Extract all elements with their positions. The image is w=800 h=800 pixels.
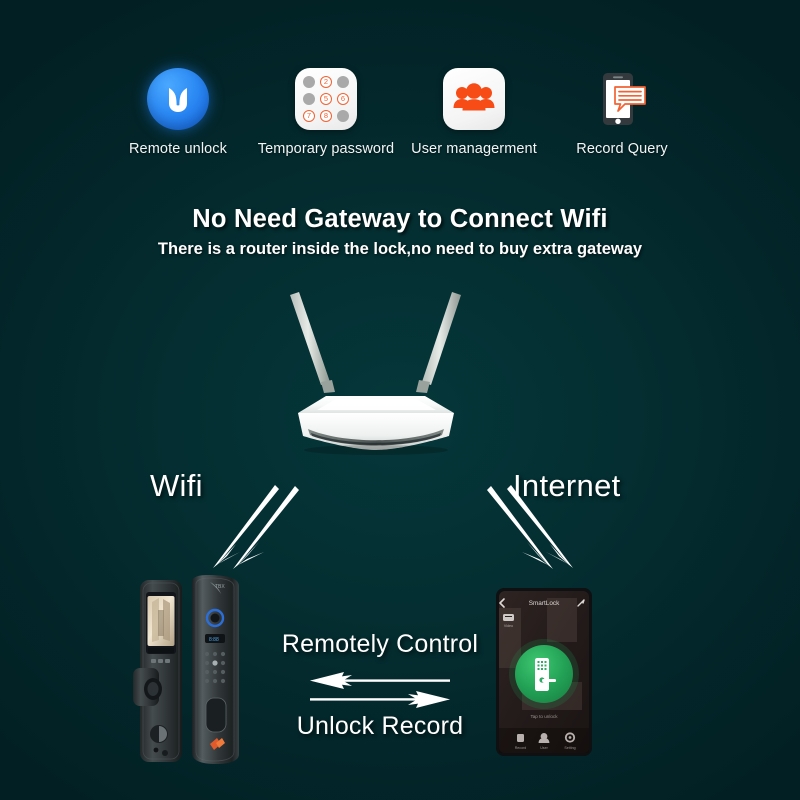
router-antenna-left: [290, 292, 335, 393]
wifi-beam-glyph: [213, 485, 299, 569]
router-antenna-right: [416, 292, 461, 393]
internet-beam-glyph: [487, 485, 573, 569]
keypad-key-4: 5: [320, 93, 332, 105]
users-group-icon-box: [443, 68, 505, 130]
wifi-label: Wifi: [150, 468, 203, 503]
wifi-beam-arrows: [196, 482, 316, 577]
keypad-key-0: [303, 76, 315, 88]
feature-label: Record Query: [576, 141, 668, 157]
feature-label: User managerment: [411, 141, 537, 157]
tuya-app-icon-box: [147, 68, 209, 130]
phone-message-icon-box: [591, 68, 653, 130]
tuya-petal-glyph: [169, 88, 187, 112]
svg-text:Setting: Setting: [564, 746, 575, 750]
keypad-icon: 2 56 78: [295, 68, 357, 130]
phone-message-icon: [591, 68, 653, 130]
lock-front-panel: [133, 580, 182, 762]
feature-row: Remote unlock 2 56 78 Temporary password U…: [0, 68, 800, 157]
page-title: No Need Gateway to Connect Wifi: [192, 205, 608, 233]
svg-text:Tap to unlock: Tap to unlock: [530, 714, 558, 719]
feature-label: Temporary password: [257, 141, 395, 157]
unlock-record-label: Unlock Record: [296, 712, 464, 740]
page-subtitle: There is a router inside the lock,no nee…: [157, 240, 643, 258]
svg-text:SmartLock: SmartLock: [529, 600, 560, 607]
poster-canvas: Remote unlock 2 56 78 Temporary password U…: [0, 0, 800, 800]
keypad-key-1: 2: [320, 76, 332, 88]
keypad-key-7: 8: [320, 110, 332, 122]
feature-record-query[interactable]: Record Query: [548, 68, 696, 157]
users-group-glyph: [453, 83, 495, 111]
keypad-grid: 2 56 78: [303, 76, 349, 122]
internet-beam-arrows: [470, 482, 590, 577]
feature-remote-unlock[interactable]: Remote unlock: [104, 68, 252, 157]
feature-user-management[interactable]: User managerment: [400, 68, 548, 157]
phone-message-glyph: [603, 73, 646, 125]
feature-label: Remote unlock: [128, 141, 227, 157]
svg-text:TBX: TBX: [215, 584, 225, 590]
tuya-app-icon: [147, 68, 209, 130]
flow-arrows: [300, 668, 460, 717]
feature-temporary-password[interactable]: 2 56 78 Temporary password: [252, 68, 400, 157]
svg-text:Record: Record: [515, 746, 527, 750]
keypad-key-3: [303, 93, 315, 105]
svg-text:Video: Video: [504, 624, 513, 628]
users-group-icon: [443, 68, 505, 130]
keypad-key-6: 7: [303, 110, 315, 122]
wifi-router-image: [268, 278, 538, 458]
svg-text:8:88: 8:88: [209, 637, 219, 643]
keypad-key-8: [337, 110, 349, 122]
keypad-key-2: [337, 76, 349, 88]
flow-arrow-glyphs: [310, 672, 450, 708]
svg-text:User: User: [540, 746, 548, 750]
keypad-key-5: 6: [337, 93, 349, 105]
remotely-control-label: Remotely Control: [281, 630, 479, 658]
wifi-router-graphic: [290, 292, 461, 455]
keypad-icon-box: 2 56 78: [295, 68, 357, 130]
